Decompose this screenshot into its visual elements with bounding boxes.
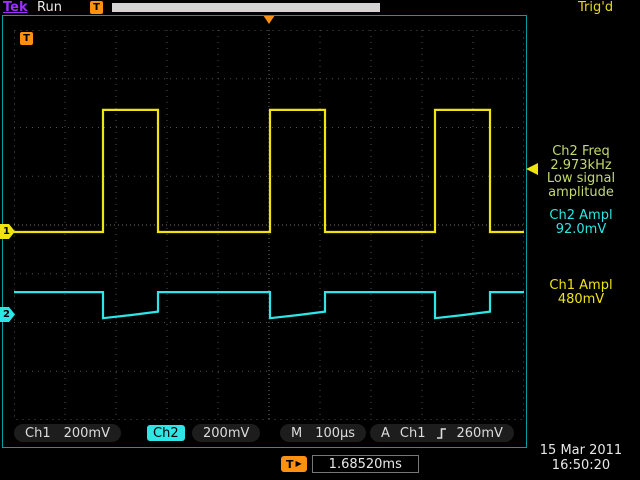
ch1-label: Ch1 [25, 426, 51, 441]
tek-logo: Tek [3, 0, 28, 15]
delay-trigger-icon: T ▶ [281, 456, 307, 472]
oscilloscope-screen: Tek Run T Trig'd [0, 0, 640, 480]
trigger-source: Ch1 [400, 426, 426, 441]
time-text: 16:50:20 [528, 458, 634, 473]
ch2-waveform [14, 292, 524, 318]
date-text: 15 Mar 2011 [528, 443, 634, 458]
warning-line2: amplitude [528, 186, 634, 200]
warning-line1: Low signal [528, 172, 634, 186]
measurement-title: Ch2 Ampl [528, 209, 634, 223]
graticule [14, 30, 524, 420]
trigger-mode: A [381, 426, 390, 441]
ch1-ampl-measurement: Ch1 Ampl 480mV [528, 279, 634, 306]
datetime-display: 15 Mar 2011 16:50:20 [528, 443, 634, 473]
timebase-scale: 100µs [315, 426, 355, 441]
readout-bar: Ch1 200mV Ch2 200mV M 100µs A Ch1 260mV [14, 424, 524, 444]
trigger-readout: A Ch1 260mV [370, 424, 514, 442]
ch2-scale-value: 200mV [203, 426, 249, 441]
ch2-scale: 200mV [192, 424, 260, 442]
ch1-readout: Ch1 200mV [14, 424, 121, 442]
measurement-value: 480mV [528, 293, 634, 307]
timebase-label: M [291, 426, 302, 441]
ch1-waveform [14, 110, 524, 232]
graticule-grid [14, 30, 524, 420]
acquisition-state: Run [37, 0, 62, 15]
ch1-scale: 200mV [64, 426, 110, 441]
trigger-level: 260mV [457, 426, 503, 441]
delay-value: 1.68520ms [312, 455, 419, 473]
delay-readout: T ▶ 1.68520ms [281, 455, 419, 473]
timebase-readout: M 100µs [280, 424, 366, 442]
measurement-title: Ch2 Freq [528, 145, 634, 159]
trigger-delay-icon: T [20, 32, 33, 45]
ch2-label-selected: Ch2 [147, 425, 185, 441]
trigger-level-marker-icon [526, 163, 538, 175]
measurement-value: 92.0mV [528, 223, 634, 237]
rising-edge-slope-icon [436, 426, 447, 440]
ch2-ampl-measurement: Ch2 Ampl 92.0mV [528, 209, 634, 236]
delay-t-glyph: T [286, 458, 294, 471]
trigger-position-icon: T [90, 1, 103, 14]
measurement-title: Ch1 Ampl [528, 279, 634, 293]
record-view-bar [112, 3, 380, 12]
trigger-status: Trig'd [578, 0, 613, 15]
delay-arrow-icon: ▶ [296, 456, 302, 472]
measurement-value: 2.973kHz [528, 159, 634, 173]
ch2-freq-measurement: Ch2 Freq 2.973kHz Low signal amplitude [528, 145, 634, 199]
